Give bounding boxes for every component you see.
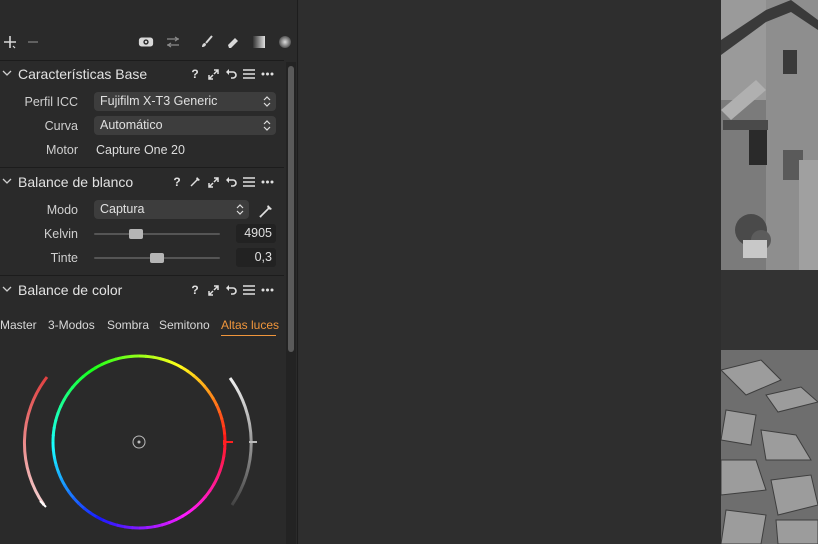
photo-preview[interactable] (721, 0, 818, 544)
reset-icon[interactable] (224, 174, 238, 190)
tab-shadow[interactable]: Sombra (107, 318, 149, 332)
sliders-icon[interactable] (165, 34, 181, 50)
kelvin-value-field[interactable]: 4905 (236, 224, 276, 243)
saturation-arc[interactable] (22, 376, 49, 506)
engine-value: Capture One 20 (96, 143, 185, 157)
icc-label: Perfil ICC (24, 95, 78, 109)
divider (0, 275, 284, 276)
reset-icon[interactable] (224, 66, 238, 82)
more-icon[interactable] (260, 282, 274, 298)
more-icon[interactable] (260, 174, 274, 190)
curve-select[interactable]: Automático (94, 116, 276, 135)
tab-midtone[interactable]: Semitono (159, 318, 210, 332)
wb-mode-value: Captura (100, 202, 145, 216)
help-icon[interactable]: ? (170, 174, 184, 190)
wb-mode-select[interactable]: Captura (94, 200, 249, 219)
gradient-icon[interactable] (251, 34, 267, 50)
list-icon[interactable] (242, 282, 256, 298)
updown-icon (236, 204, 244, 215)
kelvin-label: Kelvin (43, 227, 78, 241)
kelvin-slider[interactable] (94, 233, 220, 235)
plus-icon[interactable] (2, 34, 18, 50)
section-title: Balance de color (18, 282, 123, 298)
radial-icon[interactable] (277, 34, 293, 50)
minus-icon[interactable] (25, 34, 41, 50)
adjustments-panel: Características Base ? Perfil ICC Fujifi… (0, 0, 298, 544)
section-title: Características Base (18, 66, 148, 82)
updown-icon (263, 96, 271, 107)
expand-icon[interactable] (206, 282, 220, 298)
section-header-base[interactable]: Características Base ? (0, 61, 284, 87)
chevron-down-icon[interactable] (2, 284, 12, 294)
kelvin-slider-thumb[interactable] (128, 229, 143, 239)
help-icon[interactable]: ? (188, 282, 202, 298)
picker-icon[interactable] (258, 201, 276, 219)
section-title: Balance de blanco (18, 174, 134, 190)
tab-highlights[interactable]: Altas luces (221, 318, 279, 332)
engine-label: Motor (46, 143, 78, 157)
color-balance-tabs: Master 3-Modos Sombra Semitono Altas luc… (0, 318, 284, 338)
center-dot (137, 440, 141, 444)
photo-image (721, 0, 818, 544)
updown-icon (263, 120, 271, 131)
chevron-down-icon[interactable] (2, 68, 12, 78)
eyedropper-icon[interactable] (188, 174, 202, 190)
tint-slider-thumb[interactable] (150, 253, 164, 263)
more-icon[interactable] (260, 66, 274, 82)
mode-label: Modo (46, 203, 78, 217)
curve-value: Automático (100, 118, 163, 132)
expand-icon[interactable] (206, 66, 220, 82)
active-tab-underline (221, 335, 276, 336)
tool-toolbar (0, 28, 298, 56)
tint-label: Tinte (50, 251, 78, 265)
section-header-white-balance[interactable]: Balance de blanco ? (0, 169, 284, 195)
icc-profile-select[interactable]: Fujifilm X-T3 Generic (94, 92, 276, 111)
help-icon[interactable]: ? (188, 66, 202, 82)
section-header-color-balance[interactable]: Balance de color ? (0, 277, 284, 303)
color-wheel-svg (22, 354, 257, 530)
tab-3-modes[interactable]: 3-Modos (48, 318, 95, 332)
icc-profile-value: Fujifilm X-T3 Generic (100, 94, 218, 108)
tab-master[interactable]: Master (0, 318, 37, 332)
list-icon[interactable] (242, 174, 256, 190)
eye-icon[interactable] (138, 34, 154, 50)
color-wheel-area (0, 345, 284, 544)
scrollbar-thumb[interactable] (288, 66, 294, 352)
list-icon[interactable] (242, 66, 256, 82)
reset-icon[interactable] (224, 282, 238, 298)
lightness-arc[interactable] (228, 377, 253, 506)
chevron-down-icon[interactable] (2, 176, 12, 186)
divider (0, 167, 284, 168)
brush-icon[interactable] (199, 34, 215, 50)
expand-icon[interactable] (206, 174, 220, 190)
eraser-icon[interactable] (225, 34, 241, 50)
tint-value-field[interactable]: 0,3 (236, 248, 276, 267)
curve-label: Curva (44, 119, 78, 133)
